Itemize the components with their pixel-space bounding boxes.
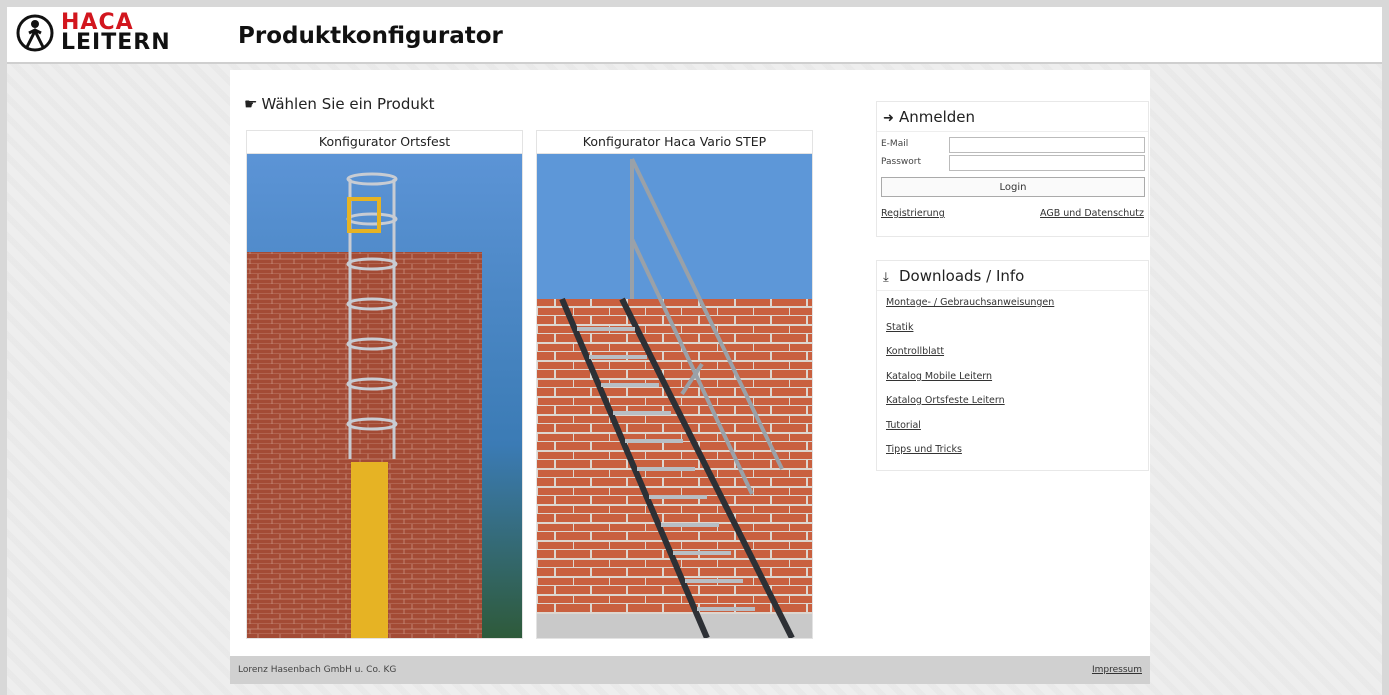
download-link-montage[interactable]: Montage- / Gebrauchsanweisungen xyxy=(886,297,1054,308)
list-item: Statik xyxy=(886,322,1054,347)
logo-line-2: LEITERN xyxy=(61,30,171,55)
product-card-vario-step[interactable]: Konfigurator Haca Vario STEP xyxy=(536,130,813,639)
login-panel: ➜ Anmelden E-Mail Passwort Login Registri… xyxy=(876,101,1149,237)
download-link-katalog-ortsfeste[interactable]: Katalog Ortsfeste Leitern xyxy=(886,395,1005,406)
climber-logo-icon xyxy=(16,14,54,52)
page-title: Produktkonfigurator xyxy=(238,23,503,49)
email-label: E-Mail xyxy=(881,139,909,149)
product-title-ortsfest: Konfigurator Ortsfest xyxy=(247,131,522,154)
product-card-ortsfest[interactable]: Konfigurator Ortsfest xyxy=(246,130,523,639)
login-title: Anmelden xyxy=(899,108,976,126)
downloads-title: Downloads / Info xyxy=(899,267,1025,285)
downloads-panel-header: ⤓ Downloads / Info xyxy=(877,261,1148,291)
haca-logo[interactable]: HACA LEITERN xyxy=(15,11,175,57)
list-item: Tipps und Tricks xyxy=(886,444,1054,469)
site-header: HACA LEITERN Produktkonfigurator xyxy=(7,7,1382,64)
register-link[interactable]: Registrierung xyxy=(881,208,945,219)
downloads-panel: ⤓ Downloads / Info Montage- / Gebrauchsan… xyxy=(876,260,1149,471)
site-footer: Lorenz Hasenbach GmbH u. Co. KG Impressu… xyxy=(230,656,1150,684)
choose-product-heading: ☛ Wählen Sie ein Produkt xyxy=(244,95,434,113)
download-link-kontrollblatt[interactable]: Kontrollblatt xyxy=(886,346,944,357)
footer-company: Lorenz Hasenbach GmbH u. Co. KG xyxy=(238,665,397,675)
email-field[interactable] xyxy=(949,137,1145,153)
list-item: Montage- / Gebrauchsanweisungen xyxy=(886,297,1054,322)
download-link-tipps[interactable]: Tipps und Tricks xyxy=(886,444,962,455)
downloads-list: Montage- / Gebrauchsanweisungen Statik K… xyxy=(886,297,1054,469)
list-item: Kontrollblatt xyxy=(886,346,1054,371)
download-link-statik[interactable]: Statik xyxy=(886,322,913,333)
imprint-link[interactable]: Impressum xyxy=(1092,665,1142,675)
password-field[interactable] xyxy=(949,155,1145,171)
vario-step-ladder-image[interactable] xyxy=(537,154,812,638)
list-item: Katalog Ortsfeste Leitern xyxy=(886,395,1054,420)
product-title-vario-step: Konfigurator Haca Vario STEP xyxy=(537,131,812,154)
password-label: Passwort xyxy=(881,157,922,167)
list-item: Katalog Mobile Leitern xyxy=(886,371,1054,396)
choose-product-label: Wählen Sie ein Produkt xyxy=(261,95,435,113)
login-panel-header: ➜ Anmelden xyxy=(877,102,1148,132)
login-button[interactable]: Login xyxy=(881,177,1145,197)
terms-link[interactable]: AGB und Datenschutz xyxy=(1040,208,1144,219)
download-icon: ⤓ xyxy=(883,270,889,285)
download-link-tutorial[interactable]: Tutorial xyxy=(886,420,921,431)
sign-in-icon: ➜ xyxy=(883,111,894,126)
hand-pointer-icon: ☛ xyxy=(244,95,258,113)
list-item: Tutorial xyxy=(886,420,1054,445)
ortsfest-ladder-image[interactable] xyxy=(247,154,522,638)
download-link-katalog-mobile[interactable]: Katalog Mobile Leitern xyxy=(886,371,992,382)
